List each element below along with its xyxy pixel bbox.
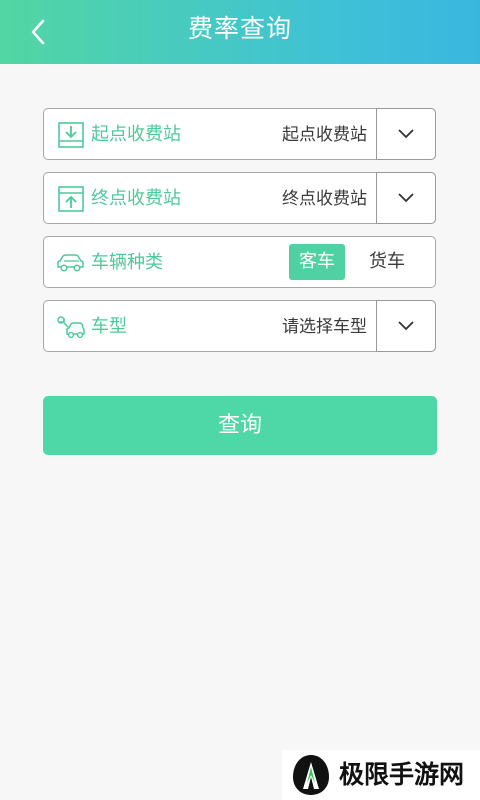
start-station-label: 起点收费站 bbox=[91, 124, 181, 145]
chevron-down-icon bbox=[398, 193, 414, 203]
app-header: 费率查询 bbox=[0, 0, 480, 64]
chevron-down-icon bbox=[398, 321, 414, 331]
vehicle-type-dropdown[interactable] bbox=[376, 300, 436, 352]
vehicle-type-row: 车型 请选择车型 bbox=[43, 300, 436, 352]
watermark: 极限手游网 bbox=[282, 750, 480, 800]
site-logo-icon bbox=[293, 755, 329, 795]
vehicle-category-label: 车辆种类 bbox=[91, 252, 163, 273]
car-icon bbox=[57, 254, 84, 272]
end-station-row: 终点收费站 终点收费站 bbox=[43, 172, 436, 224]
vehicle-category-truck[interactable]: 货车 bbox=[359, 244, 415, 280]
car-wrench-icon bbox=[57, 316, 85, 339]
end-station-label: 终点收费站 bbox=[91, 188, 181, 209]
start-station-dropdown[interactable] bbox=[376, 108, 436, 160]
watermark-text: 极限手游网 bbox=[339, 760, 465, 789]
upload-box-icon bbox=[58, 186, 84, 212]
end-station-dropdown[interactable] bbox=[376, 172, 436, 224]
chevron-down-icon bbox=[398, 129, 414, 139]
start-station-value[interactable]: 起点收费站 bbox=[282, 109, 367, 161]
vehicle-category-passenger[interactable]: 客车 bbox=[289, 244, 345, 280]
query-button[interactable]: 查询 bbox=[43, 396, 437, 455]
page-title: 费率查询 bbox=[187, 14, 292, 43]
start-station-row: 起点收费站 起点收费站 bbox=[43, 108, 436, 160]
download-box-icon bbox=[58, 122, 84, 148]
vehicle-type-label: 车型 bbox=[91, 316, 127, 337]
vehicle-type-value[interactable]: 请选择车型 bbox=[282, 301, 367, 353]
vehicle-category-row: 车辆种类 客车 货车 bbox=[43, 236, 436, 288]
end-station-value[interactable]: 终点收费站 bbox=[282, 173, 367, 225]
